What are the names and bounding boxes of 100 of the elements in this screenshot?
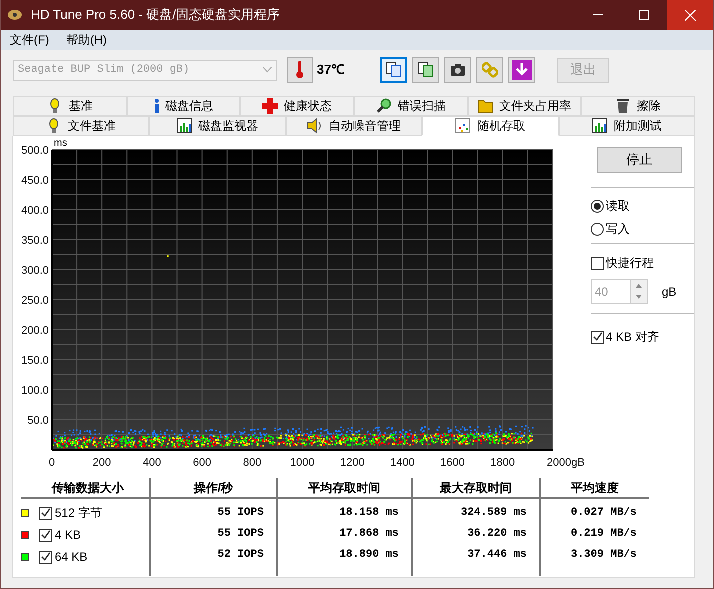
axis-tick-label: 150.0 (21, 355, 49, 367)
column-header: 最大存取时间 (413, 478, 539, 499)
tab[interactable]: 自动噪音管理 (286, 116, 422, 136)
check-icon (40, 530, 50, 540)
axis-tick-label: 1200 (340, 457, 365, 469)
tab[interactable]: 错误扫描 (354, 96, 468, 116)
checkbox[interactable] (591, 256, 604, 270)
table-cell-text: 52 IOPS (216, 548, 265, 563)
column-header: 传输数据大小 (21, 478, 149, 499)
chevron-down-icon (263, 67, 272, 73)
search-icon (376, 98, 392, 114)
axis-tick-label: 200.0 (21, 325, 49, 337)
unit-label: gB (662, 284, 677, 300)
axis-tick-label: 300.0 (21, 265, 49, 277)
radio-button[interactable] (591, 200, 604, 212)
axis-tick-label: 400 (143, 457, 162, 469)
tab[interactable]: 文件夹占用率 (468, 96, 582, 116)
menu-item[interactable]: 帮助(H) (58, 30, 115, 50)
axis-tick-label: 450.0 (21, 175, 49, 187)
table-cell-text: 55 IOPS (216, 527, 265, 542)
stop-button[interactable]: 停止 (597, 147, 682, 173)
table-cell-text: 0.219 MB/s (570, 527, 638, 542)
column-header: 平均存取时间 (278, 478, 411, 499)
plus-icon (262, 98, 278, 114)
camera-icon (450, 62, 466, 78)
bar-chart-icon (176, 118, 193, 134)
tab[interactable]: 擦除 (581, 96, 696, 116)
table-cell-text: 36.220 ms (466, 527, 528, 542)
axis-tick-label: 400.0 (21, 205, 49, 217)
check-icon (40, 552, 50, 562)
tab[interactable]: 附加测试 (558, 116, 696, 136)
axis-tick-label: 2000gB (547, 457, 585, 469)
trash-icon (615, 98, 632, 114)
axis-tick-label: 500.0 (21, 145, 49, 157)
table-cell-text: 324.589 ms (460, 506, 528, 521)
axis-tick-label: 800 (243, 457, 262, 469)
axis-tick-label: 200 (92, 457, 112, 469)
axis-tick-label: 100.0 (21, 385, 49, 397)
tab[interactable]: 健康状态 (240, 96, 354, 116)
maximize-icon (639, 10, 649, 20)
axis-tick-label: 1400 (390, 457, 415, 469)
close-button[interactable] (667, 0, 713, 30)
checkbox-label: 快捷行程 (606, 255, 654, 272)
axis-tick-label: 600 (193, 457, 212, 469)
info-icon (154, 98, 160, 114)
axis-tick-label: 0 (48, 457, 56, 469)
copy-icon (418, 62, 434, 78)
axis-unit-label: ms (54, 138, 68, 149)
caret-down-icon (636, 295, 642, 300)
temperature-button[interactable] (287, 57, 313, 83)
toolbar-button[interactable] (508, 57, 536, 83)
toolbar-button[interactable] (412, 57, 440, 83)
tab[interactable]: 文件基准 (13, 116, 150, 136)
checkbox[interactable] (39, 550, 52, 564)
check-icon (592, 332, 602, 342)
tab[interactable]: 磁盘监视器 (149, 116, 286, 136)
axis-tick-label: 350.0 (21, 235, 49, 247)
temperature-reading: 37℃ (317, 61, 344, 80)
download-icon (512, 60, 532, 80)
table-cell-text: 55 IOPS (216, 506, 265, 521)
checkbox[interactable] (39, 506, 52, 520)
radio-label: 读取 (606, 198, 630, 215)
menu-item[interactable]: 文件(F) (2, 30, 58, 50)
tab[interactable]: 磁盘信息 (126, 96, 240, 116)
disk-icon (7, 7, 23, 23)
tab[interactable]: 随机存取 (422, 116, 559, 136)
table-cell-text: 18.158 ms (338, 506, 400, 521)
axis-tick-label: 1600 (440, 457, 466, 469)
tab[interactable]: 基准 (13, 96, 127, 116)
thermometer-icon (296, 61, 304, 79)
checkbox[interactable] (591, 330, 604, 344)
folder-icon (478, 98, 494, 114)
row-label: 4 KB (55, 527, 82, 544)
checkbox-label: 4 KB 对齐 (606, 329, 660, 346)
window-title: HD Tune Pro 5.60 - 硬盘/固态硬盘实用程序 (31, 6, 280, 24)
radio-button[interactable] (591, 222, 604, 236)
copy-icon (386, 62, 402, 78)
table-cell-text: 37.446 ms (466, 548, 528, 563)
close-icon (684, 10, 696, 20)
check-icon (40, 508, 50, 518)
caret-up-icon (636, 284, 642, 288)
toolbar-button[interactable] (380, 57, 408, 83)
table-cell-text: 3.309 MB/s (570, 548, 638, 563)
row-label: 64 KB (55, 549, 88, 566)
speaker-icon (307, 118, 324, 134)
table-cell-text: 17.868 ms (338, 527, 400, 542)
column-header: 平均速度 (541, 478, 649, 499)
axis-tick-label: 1800 (490, 457, 516, 469)
scatter-chart-icon (455, 118, 472, 134)
bar-chart-icon (592, 118, 608, 134)
table-cell-text: 0.027 MB/s (570, 506, 638, 521)
radio-label: 写入 (606, 221, 630, 238)
axis-tick-label: 1000 (290, 457, 315, 469)
column-header: 操作/秒 (151, 478, 276, 499)
chain-icon (482, 62, 498, 78)
checkbox[interactable] (39, 528, 52, 542)
toolbar-button[interactable] (444, 57, 472, 83)
axis-tick-label: 250.0 (21, 295, 49, 307)
table-cell-text: 18.890 ms (338, 548, 400, 563)
row-label: 512 字节 (55, 505, 102, 522)
